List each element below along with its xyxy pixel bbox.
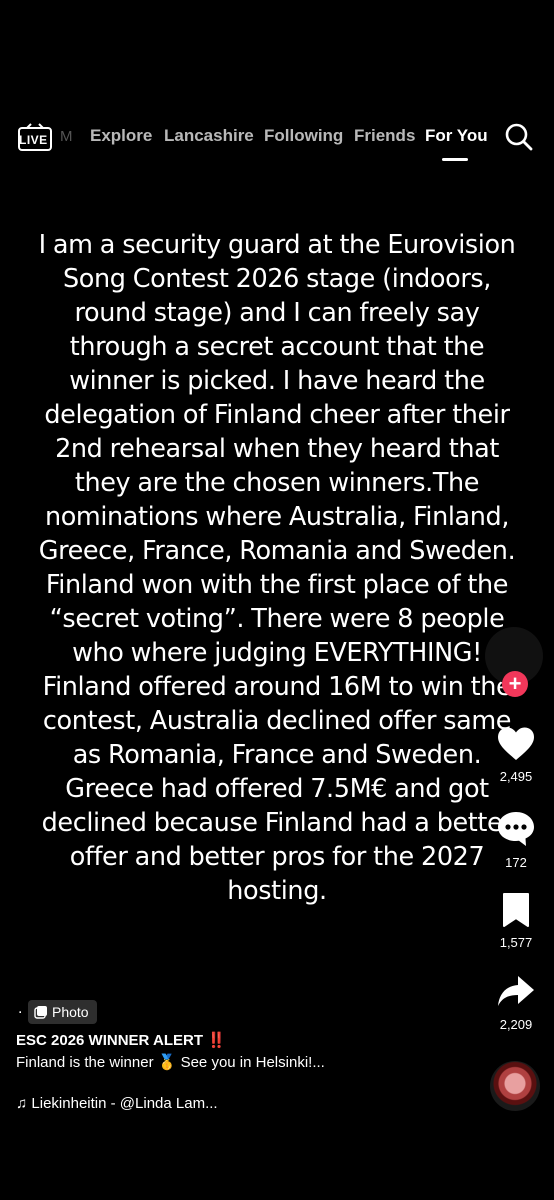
follow-button[interactable]: +	[502, 671, 528, 697]
active-tab-indicator	[442, 158, 468, 161]
like-button[interactable]: 2,495	[488, 726, 544, 784]
tab-friends[interactable]: Friends	[354, 126, 415, 146]
music-label[interactable]: ♫ Liekinheitin - @Linda Lam...	[16, 1095, 218, 1112]
photo-icon	[34, 1006, 47, 1019]
like-count: 2,495	[499, 769, 533, 784]
live-icon[interactable]: LIVE	[18, 122, 52, 152]
photo-badge-label: Photo	[52, 1004, 89, 1020]
top-nav: LIVE M Explore Lancashire Following Frie…	[0, 118, 554, 161]
share-count: 2,209	[499, 1017, 533, 1032]
live-label: LIVE	[19, 133, 48, 147]
comment-button[interactable]: 172	[488, 810, 544, 870]
share-arrow-icon	[498, 976, 534, 1006]
heart-icon	[498, 727, 534, 760]
comment-count: 172	[505, 855, 527, 870]
post-text: I am a security guard at the Eurovision …	[38, 230, 516, 906]
caption-body[interactable]: Finland is the winner 🥇 See you in Helsi…	[16, 1053, 325, 1071]
search-icon[interactable]	[504, 122, 534, 152]
bookmark-icon	[503, 893, 529, 927]
tab-for-you[interactable]: For You	[425, 126, 488, 146]
separator-dot: .	[18, 1000, 23, 1017]
tab-lancashire[interactable]: Lancashire	[164, 126, 254, 146]
caption-title: ESC 2026 WINNER ALERT ‼️	[16, 1032, 226, 1049]
tab-following[interactable]: Following	[264, 126, 343, 146]
save-button[interactable]: 1,577	[488, 892, 544, 950]
music-disc[interactable]	[490, 1061, 540, 1111]
save-count: 1,577	[499, 935, 533, 950]
tab-explore[interactable]: Explore	[90, 126, 152, 146]
photo-badge: Photo	[28, 1000, 97, 1024]
comment-icon	[498, 812, 534, 846]
faded-tab-label: M	[60, 128, 73, 145]
share-button[interactable]: 2,209	[488, 974, 544, 1032]
